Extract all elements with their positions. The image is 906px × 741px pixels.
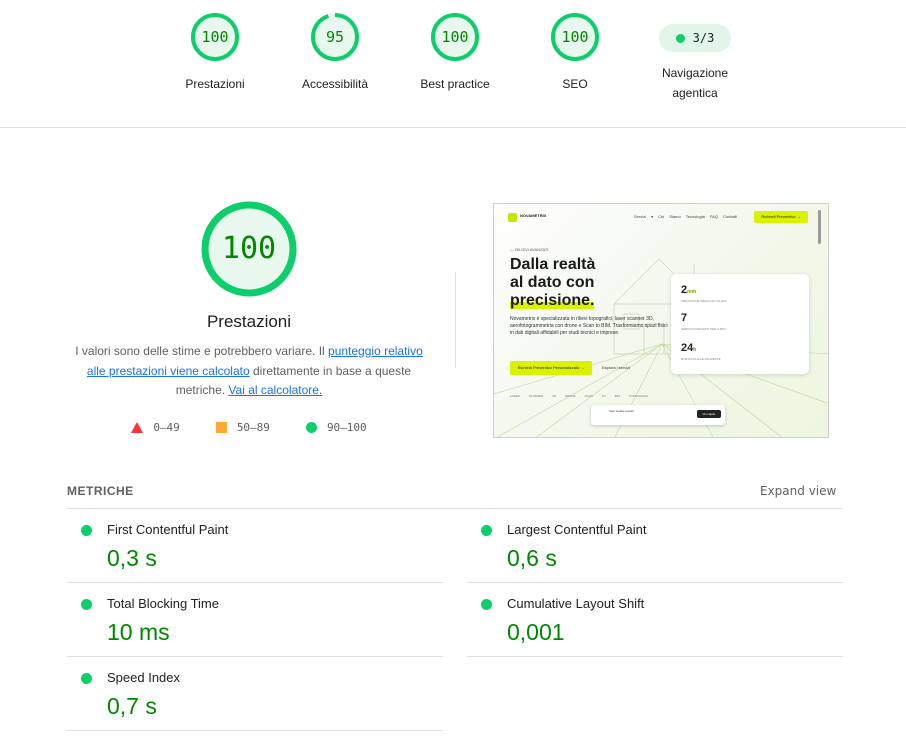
metric-cls[interactable]: Cumulative Layout Shift 0,001 (467, 583, 843, 657)
expand-view-toggle[interactable]: Expand view (760, 484, 836, 498)
thumb-cta-button: Richiedi Preventivo → (754, 211, 808, 223)
gauge-label: Best practice (420, 77, 490, 91)
cookie-text: Solo cookie tecnici (609, 409, 634, 413)
stat-3-label: RISPOSTA ALLE RICHIESTE (681, 357, 721, 361)
gauge-label: Navigazione agentica (661, 66, 729, 100)
brand-logo-icon (508, 213, 517, 222)
metric-fcp[interactable]: First Contentful Paint 0,3 s (67, 509, 443, 583)
legend-average-range: 50–89 (236, 420, 270, 434)
performance-score-value: 100 (221, 231, 277, 266)
metric-speed-index[interactable]: Speed Index 0,7 s (67, 657, 443, 731)
stat-3: 24h (681, 342, 696, 354)
metric-title: Largest Contentful Paint (507, 522, 647, 537)
metric-value: 0,6 s (507, 545, 557, 571)
thumb-kicker: — RILIEVI AVANZATI (510, 247, 549, 252)
performance-title: Prestazioni (206, 312, 292, 331)
vertical-divider (455, 272, 456, 368)
metric-title: Cumulative Layout Shift (507, 596, 645, 611)
score-legend: 0–49 50–89 90–100 (64, 421, 434, 434)
hero-line-1: Dalla realtà (510, 256, 596, 273)
score-ring: 100 (190, 12, 240, 62)
cookie-accept-button: Ho capito (697, 410, 721, 418)
thumb-scrollbar (818, 210, 821, 244)
pass-dot-icon (675, 33, 685, 43)
legend-pass: 90–100 (305, 420, 367, 434)
hero-line-3: precisione. (510, 292, 595, 309)
metric-tbt[interactable]: Total Blocking Time 10 ms (67, 583, 443, 657)
performance-summary: 100 Prestazioni I valori sono delle stim… (64, 200, 434, 434)
stat-2-value: 7 (681, 312, 688, 324)
gauge-label: SEO (562, 77, 588, 91)
metric-title: Speed Index (107, 670, 181, 685)
stat-1: 2mm (681, 284, 696, 296)
legend-pass-range: 90–100 (326, 420, 367, 434)
thumb-hero-title: Dalla realtà al dato con precisione. (510, 256, 595, 310)
metric-value: 0,3 s (107, 545, 157, 571)
score-value: 95 (325, 28, 345, 46)
pass-dot-icon (481, 599, 492, 610)
thumb-stats-card: 2mm PRECISIONE MEDIA DEI RILIEVI 7 SERVI… (671, 274, 809, 374)
average-square-icon (215, 421, 227, 433)
gauge-performance[interactable]: 100 Prestazioni (155, 12, 275, 94)
agentic-value: 3/3 (692, 31, 715, 45)
metric-value: 10 ms (107, 619, 170, 645)
pass-dot-icon (81, 599, 92, 610)
metric-title: Total Blocking Time (107, 596, 219, 611)
gauge-label: Prestazioni (185, 77, 245, 91)
stat-3-unit: h (693, 347, 697, 353)
score-ring: 100 (550, 12, 600, 62)
score-value: 100 (441, 28, 469, 46)
score-ring: 95 (310, 12, 360, 62)
stat-3-value: 24 (681, 342, 694, 354)
legend-fail-range: 0–49 (153, 420, 180, 434)
pass-dot-icon (81, 673, 92, 684)
gauge-best-practices[interactable]: 100 Best practice (395, 12, 515, 94)
performance-score-ring: 100 (200, 200, 298, 298)
legend-average: 50–89 (215, 420, 270, 434)
legend-fail: 0–49 (131, 421, 180, 434)
thumb-nav-links: Servizi ▾ Chi Siamo Tecnologia FAQ Conta… (634, 214, 737, 219)
thumb-cookie-banner: Solo cookie tecnici Ho capito (591, 405, 725, 425)
performance-description: I valori sono delle stime e potrebbero v… (69, 342, 429, 401)
gauge-accessibility[interactable]: 95 Accessibilità (275, 12, 395, 94)
pass-dot-icon (481, 525, 492, 536)
thumb-primary-button: Richiedi Preventivo Personalizzato → (510, 361, 592, 375)
stat-2: 7 (681, 312, 687, 324)
final-screenshot[interactable]: NOVAMETRIX Servizi ▾ Chi Siamo Tecnologi… (493, 203, 829, 438)
score-value: 100 (561, 28, 589, 46)
brand-name: NOVAMETRIX (520, 213, 547, 218)
metric-lcp[interactable]: Largest Contentful Paint 0,6 s (467, 509, 843, 583)
pass-circle-icon (305, 421, 317, 433)
gauge-label: Accessibilità (301, 77, 369, 91)
thumb-paragraph: Novametrix è specializzata in rilievi to… (510, 316, 668, 336)
score-value: 100 (201, 28, 229, 46)
gauge-agentic-navigation[interactable]: 3/3 Navigazione agentica (635, 12, 755, 103)
pass-dot-icon (81, 525, 92, 536)
metric-value: 0,001 (507, 619, 565, 645)
metrics-heading: METRICHE (67, 484, 134, 498)
thumb-secondary-link: Esplora i servizi (602, 365, 631, 370)
metric-value: 0,7 s (107, 693, 157, 719)
stat-1-label: PRECISIONE MEDIA DEI RILIEVI (681, 299, 727, 303)
stat-1-unit: mm (687, 289, 697, 295)
category-summary: 100 Prestazioni 95 Accessibilità 100 Bes… (0, 0, 906, 128)
calculator-link[interactable]: Vai al calcolatore. (228, 383, 322, 397)
gauge-seo[interactable]: 100 SEO (515, 12, 635, 94)
thumb-navbar: NOVAMETRIX Servizi ▾ Chi Siamo Tecnologi… (494, 204, 828, 230)
agentic-pill: 3/3 (659, 24, 731, 52)
metric-title: First Contentful Paint (107, 522, 229, 537)
thumb-service-strip: LASER SCANNER 3D DRONE SCAN TO BIM TOPOG… (510, 394, 649, 398)
fail-triangle-icon (131, 421, 144, 433)
hero-line-2: al dato con (510, 274, 595, 291)
desc-text-1: I valori sono delle stime e potrebbero v… (75, 344, 329, 358)
score-ring: 100 (430, 12, 480, 62)
stat-2-label: SERVIZI INTEGRATI PER IL BIM (681, 327, 726, 331)
